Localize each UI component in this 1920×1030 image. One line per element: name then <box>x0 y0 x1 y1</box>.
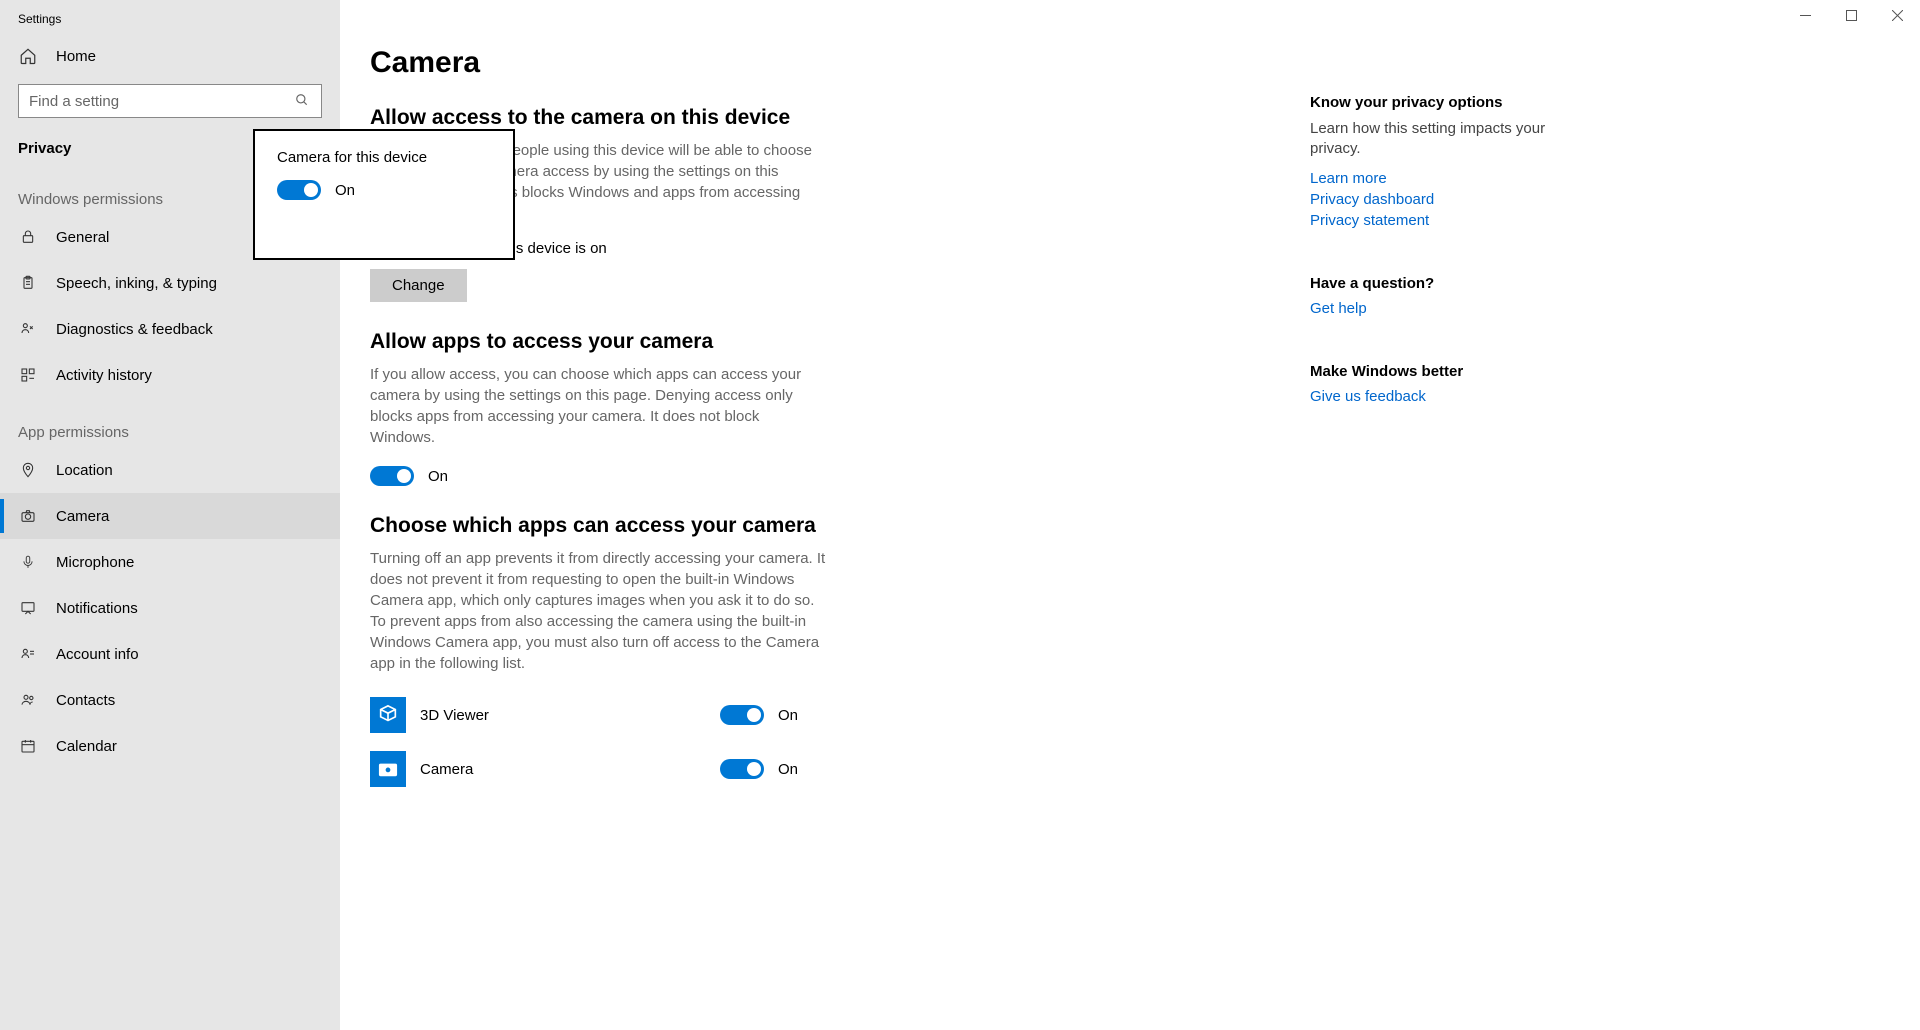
nav-label: Diagnostics & feedback <box>56 321 213 338</box>
app-list: 3D Viewer On Camera On <box>370 688 1190 796</box>
app-name: 3D Viewer <box>420 707 720 724</box>
nav-calendar[interactable]: Calendar <box>0 723 340 769</box>
notifications-icon <box>18 598 38 618</box>
titlebar-controls <box>1782 0 1920 30</box>
section-allow-device-title: Allow access to the camera on this devic… <box>370 106 1190 130</box>
app-toggle-label: On <box>778 761 798 778</box>
nav-label: Camera <box>56 508 109 525</box>
camera-icon <box>18 506 38 526</box>
nav-label: Account info <box>56 646 139 663</box>
have-question-title: Have a question? <box>1310 275 1580 292</box>
section-allow-apps-desc: If you allow access, you can choose whic… <box>370 364 820 448</box>
privacy-options-title: Know your privacy options <box>1310 94 1580 111</box>
app-icon-3d-viewer <box>370 697 406 733</box>
section-choose-apps-title: Choose which apps can access your camera <box>370 514 1190 538</box>
home-icon <box>18 46 38 66</box>
timeline-icon <box>18 365 38 385</box>
privacy-options-desc: Learn how this setting impacts your priv… <box>1310 119 1580 160</box>
main: Camera Allow access to the camera on thi… <box>340 0 1920 1030</box>
change-button[interactable]: Change <box>370 269 467 302</box>
nav-label: Notifications <box>56 600 138 617</box>
app-title: Settings <box>0 0 340 34</box>
app-toggle-label: On <box>778 707 798 724</box>
flyout-toggle-row: On <box>277 180 491 200</box>
nav-account-info[interactable]: Account info <box>0 631 340 677</box>
close-button[interactable] <box>1874 0 1920 30</box>
section-allow-apps-title: Allow apps to access your camera <box>370 330 1190 354</box>
nav-label: Calendar <box>56 738 117 755</box>
app-row-camera: Camera On <box>370 742 1190 796</box>
minimize-button[interactable] <box>1782 0 1828 30</box>
nav-speech[interactable]: Speech, inking, & typing <box>0 260 340 306</box>
page-title: Camera <box>370 46 1190 80</box>
nav-activity[interactable]: Activity history <box>0 352 340 398</box>
calendar-icon <box>18 736 38 756</box>
nav-label: Contacts <box>56 692 115 709</box>
location-icon <box>18 460 38 480</box>
nav-camera[interactable]: Camera <box>0 493 340 539</box>
nav-label: Location <box>56 462 113 479</box>
nav-label: Activity history <box>56 367 152 384</box>
camera-device-toggle-label: On <box>335 182 355 199</box>
camera-device-flyout: Camera for this device On <box>253 129 515 260</box>
nav-label: Microphone <box>56 554 134 571</box>
lock-icon <box>18 227 38 247</box>
account-icon <box>18 644 38 664</box>
search-input-wrap[interactable] <box>18 84 322 118</box>
flyout-title: Camera for this device <box>277 149 491 166</box>
allow-apps-toggle[interactable] <box>370 466 414 486</box>
app-row-3d-viewer: 3D Viewer On <box>370 688 1190 742</box>
nav-location[interactable]: Location <box>0 447 340 493</box>
section-choose-apps-desc: Turning off an app prevents it from dire… <box>370 548 830 674</box>
learn-more-link[interactable]: Learn more <box>1310 170 1580 187</box>
contacts-icon <box>18 690 38 710</box>
nav-label: Speech, inking, & typing <box>56 275 217 292</box>
group-app-permissions: App permissions <box>0 398 340 447</box>
get-help-link[interactable]: Get help <box>1310 300 1580 317</box>
allow-apps-toggle-label: On <box>428 468 448 485</box>
home-nav[interactable]: Home <box>0 34 340 78</box>
nav-contacts[interactable]: Contacts <box>0 677 340 723</box>
right-column: Know your privacy options Learn how this… <box>1310 46 1580 451</box>
privacy-statement-link[interactable]: Privacy statement <box>1310 212 1580 229</box>
nav-diagnostics[interactable]: Diagnostics & feedback <box>0 306 340 352</box>
app-toggle-camera[interactable] <box>720 759 764 779</box>
app-name: Camera <box>420 761 720 778</box>
give-feedback-link[interactable]: Give us feedback <box>1310 388 1580 405</box>
search-icon <box>295 93 311 109</box>
microphone-icon <box>18 552 38 572</box>
app-icon-camera <box>370 751 406 787</box>
maximize-button[interactable] <box>1828 0 1874 30</box>
privacy-dashboard-link[interactable]: Privacy dashboard <box>1310 191 1580 208</box>
nav-label: General <box>56 229 109 246</box>
nav-microphone[interactable]: Microphone <box>0 539 340 585</box>
home-label: Home <box>56 48 96 65</box>
allow-apps-toggle-row: On <box>370 466 1190 486</box>
camera-device-toggle[interactable] <box>277 180 321 200</box>
clipboard-icon <box>18 273 38 293</box>
nav-notifications[interactable]: Notifications <box>0 585 340 631</box>
feedback-icon <box>18 319 38 339</box>
search-input[interactable] <box>29 93 295 110</box>
make-windows-better-title: Make Windows better <box>1310 363 1580 380</box>
app-toggle-3d-viewer[interactable] <box>720 705 764 725</box>
